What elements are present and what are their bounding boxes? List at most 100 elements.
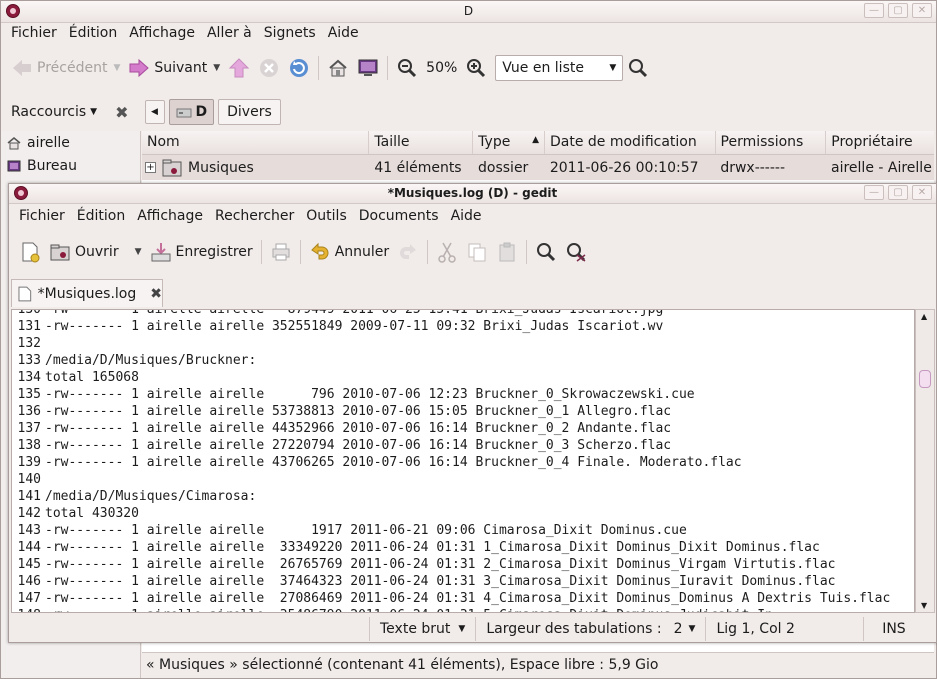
line-number: 131 [17, 319, 41, 334]
minimize-icon[interactable]: — [864, 185, 884, 200]
menu-affichage[interactable]: Affichage [123, 25, 201, 41]
line-number: 130 [17, 309, 41, 317]
col-owner[interactable]: Propriétaire [826, 131, 934, 154]
col-date[interactable]: Date de modification [545, 131, 716, 154]
line-number: 139 [17, 455, 41, 470]
redo-button[interactable] [393, 237, 423, 267]
new-document-button[interactable] [15, 237, 45, 267]
chevron-down-icon[interactable]: ▼ [113, 63, 120, 73]
file-row[interactable]: + Musiques 41 éléments dossier 2011-06-2… [142, 155, 934, 180]
chevron-down-icon: ▼ [90, 107, 98, 117]
zoom-level[interactable]: 50% [422, 53, 461, 83]
chevron-down-icon[interactable]: ▼ [135, 247, 142, 257]
home-button[interactable] [323, 53, 353, 83]
desktop-icon [7, 160, 21, 171]
sort-up-icon: ▲ [532, 135, 539, 145]
chevron-down-icon: ▼ [609, 63, 617, 73]
editor-line: 140 [12, 471, 914, 488]
menu-edition[interactable]: Édition [63, 25, 123, 41]
editor-line: 131 -rw------- 1 airelle airelle 35255184… [12, 318, 914, 335]
col-size[interactable]: Taille [369, 131, 474, 154]
undo-button[interactable]: Annuler [305, 237, 393, 267]
editor-line: 143 -rw------- 1 airelle airelle 1917 201… [12, 522, 914, 539]
line-text: -rw------- 1 airelle airelle 33349220 20… [45, 540, 820, 555]
cut-button[interactable] [432, 237, 462, 267]
zoom-out-button[interactable] [392, 53, 422, 83]
file-manager-titlebar[interactable]: D — ▢ ✕ [1, 1, 936, 23]
stop-button[interactable] [254, 53, 284, 83]
col-type[interactable]: Type ▲ [473, 131, 545, 154]
search-button[interactable] [623, 53, 653, 83]
menu-aide[interactable]: Aide [445, 208, 488, 224]
line-text: -rw------- 1 airelle airelle 35486790 20… [43, 607, 796, 612]
scroll-up-icon[interactable]: ▲ [921, 312, 927, 321]
col-name[interactable]: Nom [142, 131, 370, 154]
language-selector[interactable]: Texte brut ▼ [369, 617, 475, 641]
view-mode-select[interactable]: Vue en liste ▼ [495, 55, 624, 81]
file-name: Musiques [188, 159, 254, 176]
sidebar-item-home[interactable]: airelle [1, 131, 140, 154]
main-toolbar: Précédent ▼ Suivant ▼ 50% Vue en liste ▼ [1, 53, 936, 83]
close-sidebar-icon[interactable]: ✖ [115, 103, 128, 122]
menu-edition[interactable]: Édition [71, 208, 131, 224]
open-button[interactable]: Ouvrir ▼ [45, 237, 146, 267]
menu-fichier[interactable]: Fichier [13, 208, 71, 224]
line-text: -rw------- 1 airelle airelle 43706265 20… [45, 455, 742, 470]
text-editor-titlebar[interactable]: *Musiques.log (D) - gedit — ▢ ✕ [9, 184, 936, 204]
line-number: 135 [17, 387, 41, 402]
editor-line: 130 -rw------- 1 airelle airelle 879449 2… [12, 309, 914, 318]
forward-button[interactable]: Suivant ▼ [124, 53, 224, 83]
find-replace-button[interactable] [561, 237, 591, 267]
tab-width-label: Largeur des tabulations : [486, 621, 662, 637]
tab-musiques-log[interactable]: *Musiques.log ✖ [11, 279, 163, 307]
find-button[interactable] [531, 237, 561, 267]
expander-icon[interactable]: + [145, 162, 156, 173]
close-icon[interactable]: ✕ [912, 185, 932, 200]
tab-width-selector[interactable]: Largeur des tabulations : 2 ▼ [475, 617, 705, 641]
back-button[interactable]: Précédent ▼ [7, 53, 124, 83]
computer-button[interactable] [353, 53, 383, 83]
menu-aide[interactable]: Aide [322, 25, 365, 41]
line-text: -rw------- 1 airelle airelle 44352966 20… [45, 421, 672, 436]
breadcrumb-divers[interactable]: Divers [218, 99, 281, 125]
menu-signets[interactable]: Signets [258, 25, 322, 41]
close-tab-icon[interactable]: ✖ [150, 286, 162, 302]
cursor-position: Lig 1, Col 2 [705, 617, 863, 641]
menu-documents[interactable]: Documents [353, 208, 445, 224]
vertical-scrollbar[interactable]: ▲ ▼ [915, 309, 935, 613]
breadcrumb-left-arrow[interactable]: ◀ [144, 100, 165, 124]
print-button[interactable] [266, 237, 296, 267]
line-text [43, 335, 45, 352]
zoom-in-button[interactable] [461, 53, 491, 83]
menu-affichage[interactable]: Affichage [131, 208, 209, 224]
scrollbar-thumb[interactable] [919, 370, 931, 388]
chevron-down-icon[interactable]: ▼ [213, 63, 220, 73]
line-number: 147 [17, 591, 41, 606]
copy-button[interactable] [462, 237, 492, 267]
minimize-icon[interactable]: — [864, 3, 884, 18]
maximize-icon[interactable]: ▢ [888, 185, 908, 200]
file-type: dossier [478, 159, 529, 176]
menu-aller-a[interactable]: Aller à [201, 25, 258, 41]
reload-button[interactable] [284, 53, 314, 83]
col-permissions[interactable]: Permissions [716, 131, 827, 154]
save-button[interactable]: Enregistrer [146, 237, 257, 267]
menu-outils[interactable]: Outils [300, 208, 352, 224]
home-icon [329, 59, 347, 77]
line-number: 134 [17, 370, 41, 385]
forward-label: Suivant [154, 60, 208, 76]
up-button[interactable] [224, 53, 254, 83]
sidebar-item-desktop[interactable]: Bureau [1, 154, 140, 177]
editor-line: 134 total 165068 [12, 369, 914, 386]
paste-button[interactable] [492, 237, 522, 267]
text-editor-area[interactable]: 130 -rw------- 1 airelle airelle 879449 2… [11, 309, 915, 613]
menu-rechercher[interactable]: Rechercher [209, 208, 300, 224]
maximize-icon[interactable]: ▢ [888, 3, 908, 18]
places-dropdown[interactable]: Raccourcis ▼ [11, 104, 97, 120]
scroll-down-icon[interactable]: ▼ [921, 601, 927, 610]
file-owner: airelle - Airelle [831, 159, 932, 176]
menu-fichier[interactable]: Fichier [5, 25, 63, 41]
close-icon[interactable]: ✕ [912, 3, 932, 18]
breadcrumb-d[interactable]: D [168, 99, 215, 125]
editor-line: 132 [12, 335, 914, 352]
